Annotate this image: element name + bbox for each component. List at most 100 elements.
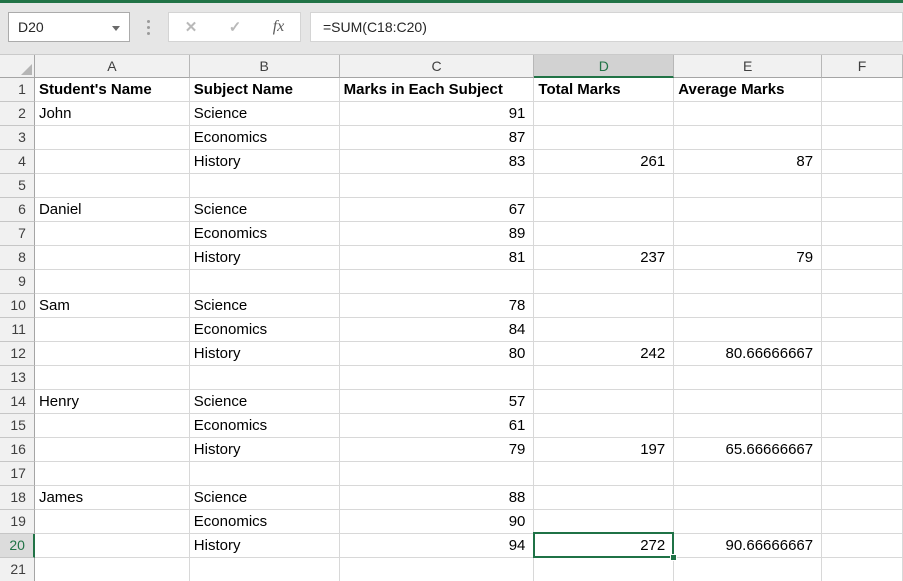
enter-icon[interactable]: ✓	[229, 18, 242, 36]
cell-C15[interactable]: 61	[340, 414, 535, 438]
cell-C18[interactable]: 88	[340, 486, 535, 510]
cell-B7[interactable]: Economics	[190, 222, 340, 246]
cell-D18[interactable]	[534, 486, 674, 510]
row-header-3[interactable]: 3	[0, 126, 35, 150]
cell-F6[interactable]	[822, 198, 903, 222]
cell-C1[interactable]: Marks in Each Subject	[340, 78, 535, 102]
cancel-icon[interactable]: ✕	[185, 18, 198, 36]
cell-A2[interactable]: John	[35, 102, 190, 126]
cell-E11[interactable]	[674, 318, 822, 342]
row-header-16[interactable]: 16	[0, 438, 35, 462]
cell-E18[interactable]	[674, 486, 822, 510]
cell-A19[interactable]	[35, 510, 190, 534]
cell-A16[interactable]	[35, 438, 190, 462]
cell-A3[interactable]	[35, 126, 190, 150]
cell-B17[interactable]	[190, 462, 340, 486]
cell-B4[interactable]: History	[190, 150, 340, 174]
row-header-17[interactable]: 17	[0, 462, 35, 486]
cell-C10[interactable]: 78	[340, 294, 535, 318]
cell-A8[interactable]	[35, 246, 190, 270]
cell-D5[interactable]	[534, 174, 674, 198]
cell-E3[interactable]	[674, 126, 822, 150]
cell-F2[interactable]	[822, 102, 903, 126]
cell-B10[interactable]: Science	[190, 294, 340, 318]
row-header-14[interactable]: 14	[0, 390, 35, 414]
cell-E15[interactable]	[674, 414, 822, 438]
cell-A1[interactable]: Student's Name	[35, 78, 190, 102]
column-header-D[interactable]: D	[534, 55, 674, 78]
column-header-C[interactable]: C	[340, 55, 535, 78]
cell-D4[interactable]: 261	[534, 150, 674, 174]
row-header-10[interactable]: 10	[0, 294, 35, 318]
cell-C16[interactable]: 79	[340, 438, 535, 462]
cell-F14[interactable]	[822, 390, 903, 414]
cell-A13[interactable]	[35, 366, 190, 390]
cell-F13[interactable]	[822, 366, 903, 390]
cell-F16[interactable]	[822, 438, 903, 462]
cell-D7[interactable]	[534, 222, 674, 246]
cell-A14[interactable]: Henry	[35, 390, 190, 414]
cell-E9[interactable]	[674, 270, 822, 294]
row-header-15[interactable]: 15	[0, 414, 35, 438]
cell-A9[interactable]	[35, 270, 190, 294]
cell-D17[interactable]	[534, 462, 674, 486]
cell-F5[interactable]	[822, 174, 903, 198]
cell-C20[interactable]: 94	[340, 534, 535, 558]
cell-E8[interactable]: 79	[674, 246, 822, 270]
cell-C14[interactable]: 57	[340, 390, 535, 414]
cell-B18[interactable]: Science	[190, 486, 340, 510]
cell-D15[interactable]	[534, 414, 674, 438]
name-box-dropdown-icon[interactable]	[112, 26, 120, 31]
cell-F3[interactable]	[822, 126, 903, 150]
cell-C19[interactable]: 90	[340, 510, 535, 534]
cell-D11[interactable]	[534, 318, 674, 342]
cell-B15[interactable]: Economics	[190, 414, 340, 438]
column-header-F[interactable]: F	[822, 55, 903, 78]
cell-A12[interactable]	[35, 342, 190, 366]
cell-D1[interactable]: Total Marks	[534, 78, 674, 102]
name-box[interactable]: D20	[8, 12, 130, 42]
cell-A18[interactable]: James	[35, 486, 190, 510]
cell-E1[interactable]: Average Marks	[674, 78, 822, 102]
cell-F17[interactable]	[822, 462, 903, 486]
cell-A15[interactable]	[35, 414, 190, 438]
insert-function-icon[interactable]: fx	[273, 18, 285, 36]
cell-A10[interactable]: Sam	[35, 294, 190, 318]
row-header-20[interactable]: 20	[0, 534, 35, 558]
cell-C21[interactable]	[340, 558, 535, 581]
cell-C3[interactable]: 87	[340, 126, 535, 150]
cell-E14[interactable]	[674, 390, 822, 414]
cell-D2[interactable]	[534, 102, 674, 126]
cell-F7[interactable]	[822, 222, 903, 246]
cell-B21[interactable]	[190, 558, 340, 581]
cell-B19[interactable]: Economics	[190, 510, 340, 534]
cell-B12[interactable]: History	[190, 342, 340, 366]
cell-B9[interactable]	[190, 270, 340, 294]
row-header-4[interactable]: 4	[0, 150, 35, 174]
cell-B16[interactable]: History	[190, 438, 340, 462]
cell-E4[interactable]: 87	[674, 150, 822, 174]
cell-C2[interactable]: 91	[340, 102, 535, 126]
cell-F4[interactable]	[822, 150, 903, 174]
cell-A7[interactable]	[35, 222, 190, 246]
cell-A6[interactable]: Daniel	[35, 198, 190, 222]
cell-F1[interactable]	[822, 78, 903, 102]
column-header-A[interactable]: A	[35, 55, 190, 78]
row-header-21[interactable]: 21	[0, 558, 35, 581]
cell-D21[interactable]	[534, 558, 674, 581]
cell-C11[interactable]: 84	[340, 318, 535, 342]
cell-D6[interactable]	[534, 198, 674, 222]
cell-B3[interactable]: Economics	[190, 126, 340, 150]
cell-B5[interactable]	[190, 174, 340, 198]
row-header-5[interactable]: 5	[0, 174, 35, 198]
cell-E12[interactable]: 80.66666667	[674, 342, 822, 366]
cell-D10[interactable]	[534, 294, 674, 318]
cell-B13[interactable]	[190, 366, 340, 390]
cell-D19[interactable]	[534, 510, 674, 534]
row-header-1[interactable]: 1	[0, 78, 35, 102]
cell-C13[interactable]	[340, 366, 535, 390]
cell-D14[interactable]	[534, 390, 674, 414]
row-header-7[interactable]: 7	[0, 222, 35, 246]
cell-E2[interactable]	[674, 102, 822, 126]
column-header-E[interactable]: E	[674, 55, 822, 78]
